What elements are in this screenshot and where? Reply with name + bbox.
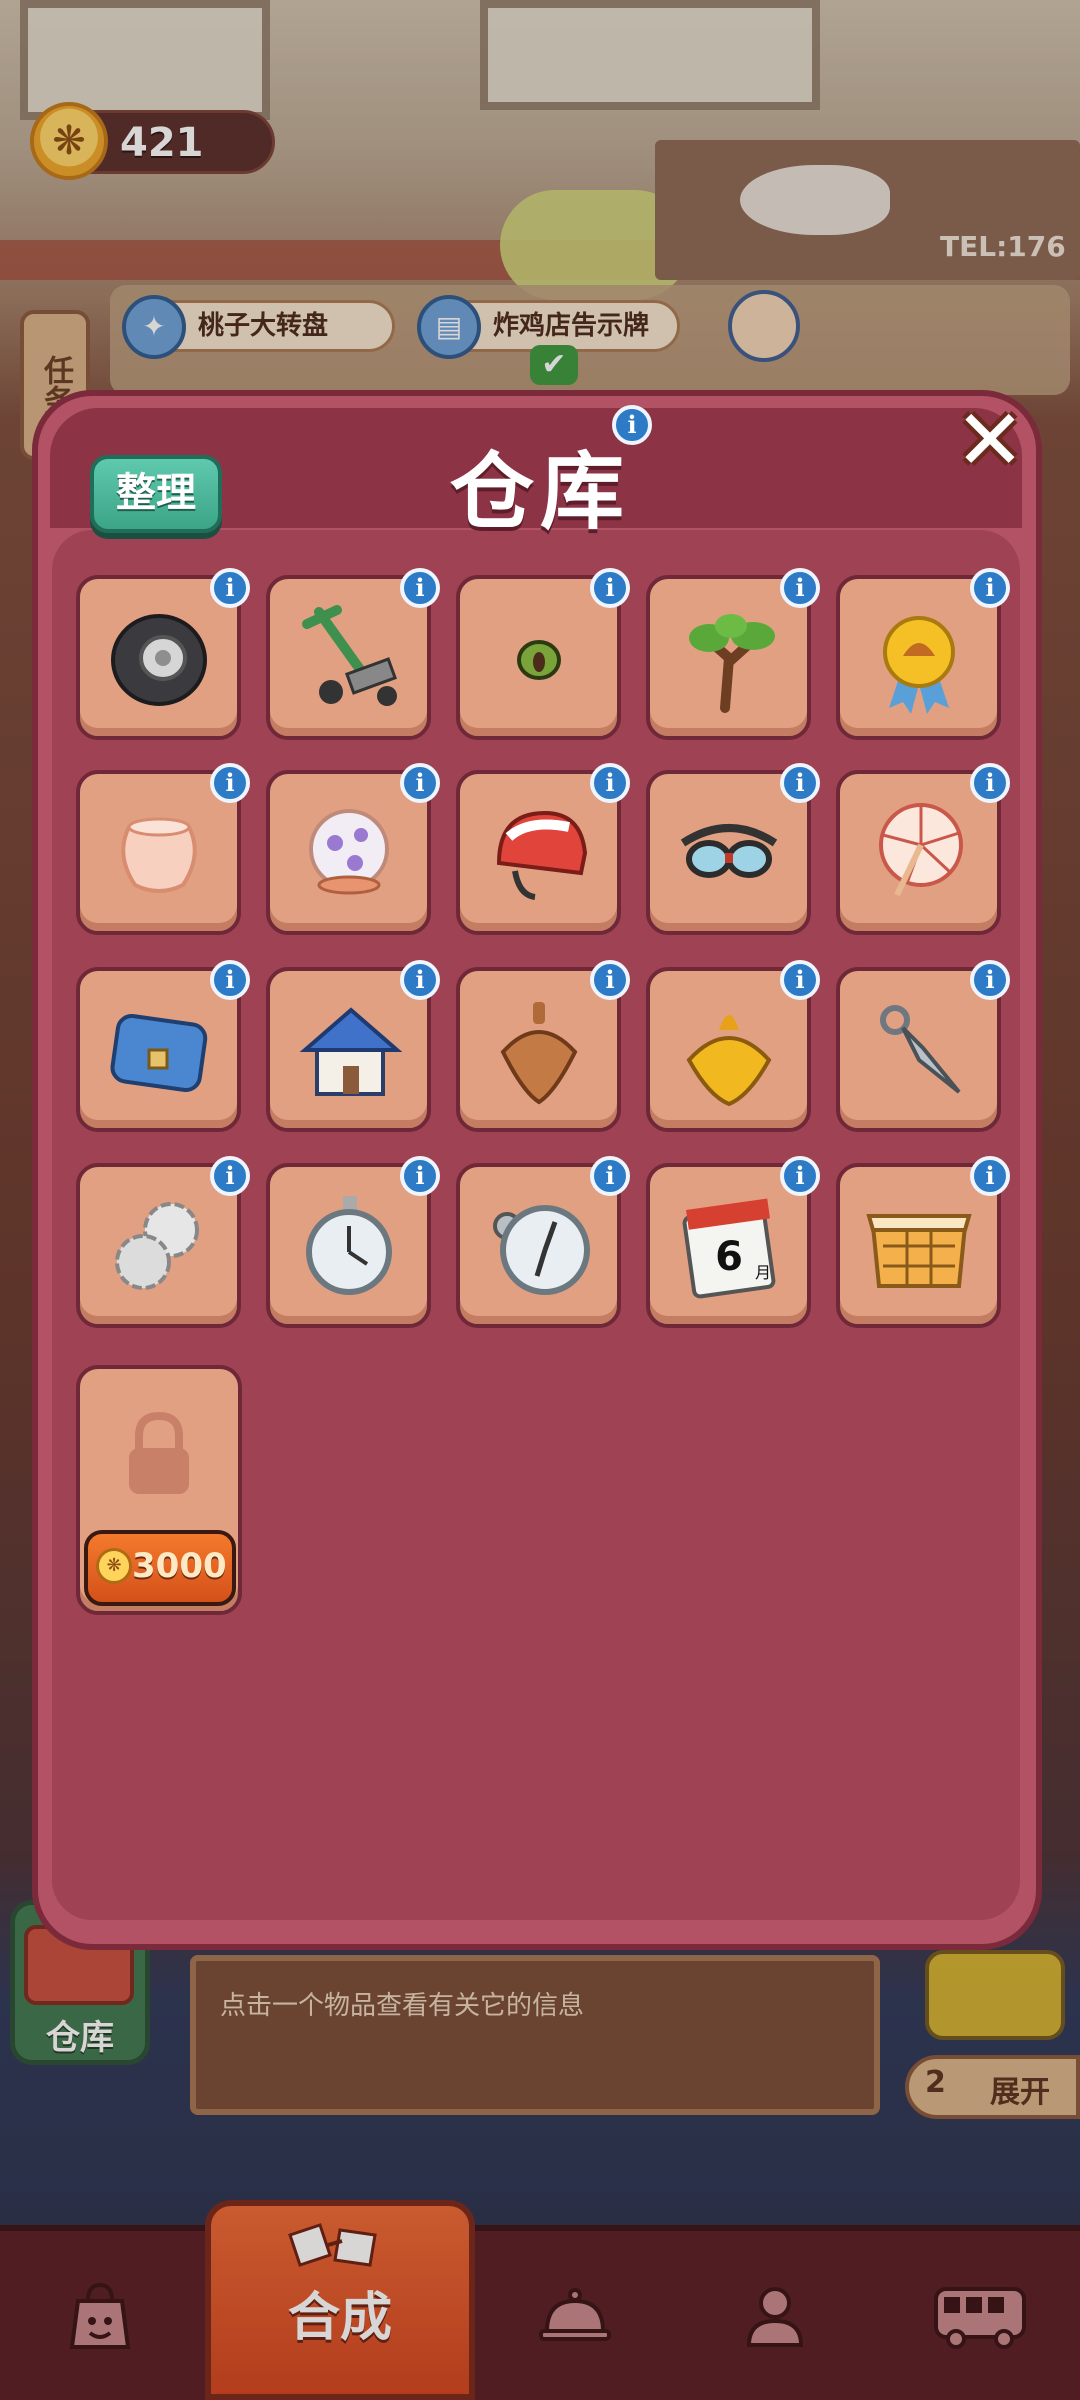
- info-icon[interactable]: i: [590, 1156, 630, 1196]
- tire-icon: [110, 613, 207, 706]
- modal-title: 仓库: [449, 443, 630, 541]
- info-icon[interactable]: i: [780, 1156, 820, 1196]
- info-icon[interactable]: i: [400, 960, 440, 1000]
- hand-truck-icon: [301, 604, 397, 706]
- info-icon[interactable]: i: [970, 568, 1010, 608]
- unlock-price: 3000: [132, 1546, 227, 1586]
- stopwatch-icon: [305, 1195, 392, 1295]
- calendar-day: 6: [715, 1234, 743, 1280]
- medal-icon: [882, 615, 955, 714]
- info-icon[interactable]: i: [210, 960, 250, 1000]
- info-icon[interactable]: i: [780, 763, 820, 803]
- info-icon[interactable]: i: [612, 405, 652, 445]
- bag-icon: [110, 1013, 207, 1092]
- seed-icon: [516, 639, 561, 680]
- house-icon: [299, 1006, 402, 1096]
- crate-icon: [865, 1213, 972, 1288]
- wooden-top-icon: [500, 1001, 577, 1104]
- info-icon[interactable]: i: [590, 960, 630, 1000]
- flower-lamp-icon: [308, 808, 389, 894]
- info-icon[interactable]: i: [210, 763, 250, 803]
- info-icon[interactable]: i: [400, 568, 440, 608]
- compass-icon: [492, 1204, 590, 1295]
- info-icon[interactable]: i: [400, 1156, 440, 1196]
- info-icon[interactable]: i: [970, 763, 1010, 803]
- helmet-icon: [496, 810, 587, 900]
- paper-umbrella-icon: [878, 802, 963, 896]
- glass-jar-icon: [120, 817, 197, 893]
- sort-button[interactable]: 整理: [90, 455, 222, 533]
- info-icon[interactable]: i: [590, 763, 630, 803]
- paw-icon: ❋: [96, 1548, 132, 1584]
- tree-icon: [688, 613, 775, 713]
- kunai-icon: [879, 1004, 961, 1094]
- info-icon[interactable]: i: [780, 960, 820, 1000]
- lock-icon: [129, 1411, 189, 1494]
- golden-top-icon: [686, 1014, 771, 1106]
- info-icon[interactable]: i: [210, 568, 250, 608]
- goggles-icon: [680, 823, 777, 878]
- info-icon[interactable]: i: [210, 1156, 250, 1196]
- info-icon[interactable]: i: [400, 763, 440, 803]
- info-icon[interactable]: i: [780, 568, 820, 608]
- gears-icon: [114, 1201, 199, 1290]
- calendar-month-unit: 月: [755, 1263, 771, 1282]
- info-icon[interactable]: i: [590, 568, 630, 608]
- close-icon[interactable]: ✕: [945, 395, 1035, 485]
- info-icon[interactable]: i: [970, 960, 1010, 1000]
- calendar-icon: 6 月: [682, 1198, 775, 1298]
- info-icon[interactable]: i: [970, 1156, 1010, 1196]
